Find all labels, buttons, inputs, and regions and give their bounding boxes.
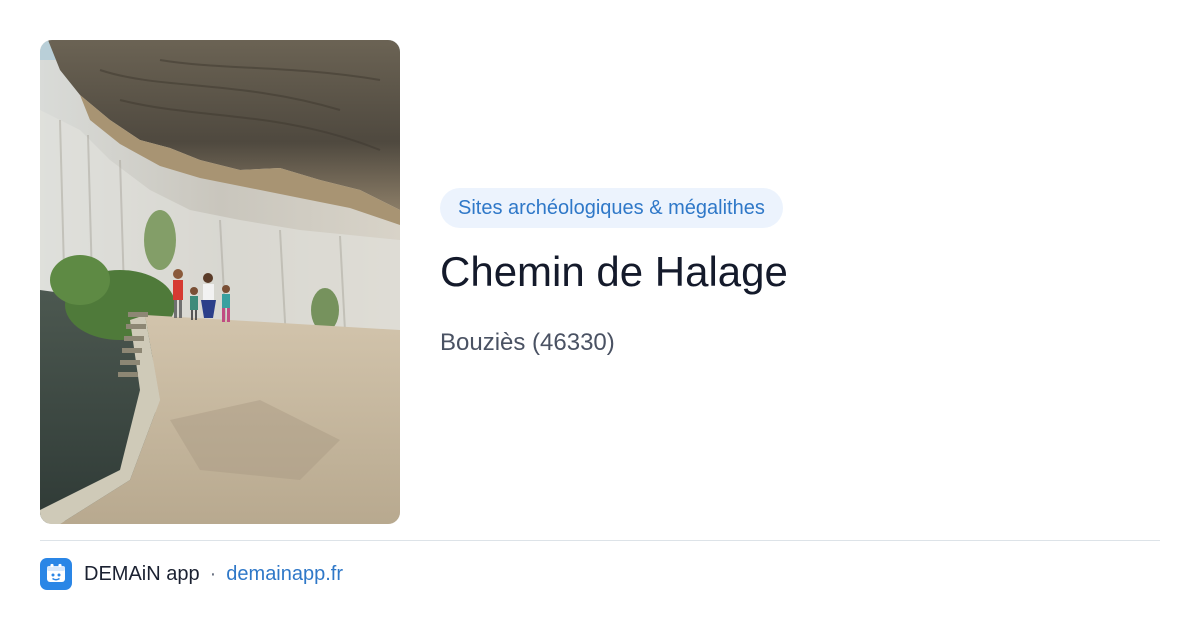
place-title: Chemin de Halage — [440, 248, 788, 295]
app-domain-link[interactable]: demainapp.fr — [226, 563, 343, 586]
place-photo — [40, 40, 400, 524]
footer-divider — [40, 540, 1160, 541]
footer-separator: · — [209, 562, 217, 585]
place-location: Bouziès (46330) — [440, 329, 615, 356]
share-card: Sites archéologiques & mégalithes Chemin… — [0, 0, 1200, 630]
app-name: DEMAiN app — [84, 562, 200, 585]
place-info: Sites archéologiques & mégalithes Chemin… — [440, 188, 1160, 358]
category-badge: Sites archéologiques & mégalithes — [440, 188, 783, 228]
demain-app-icon — [40, 558, 72, 590]
cliff-towpath-illustration — [40, 40, 400, 524]
footer: DEMAiN app · demainapp.fr — [40, 558, 343, 590]
